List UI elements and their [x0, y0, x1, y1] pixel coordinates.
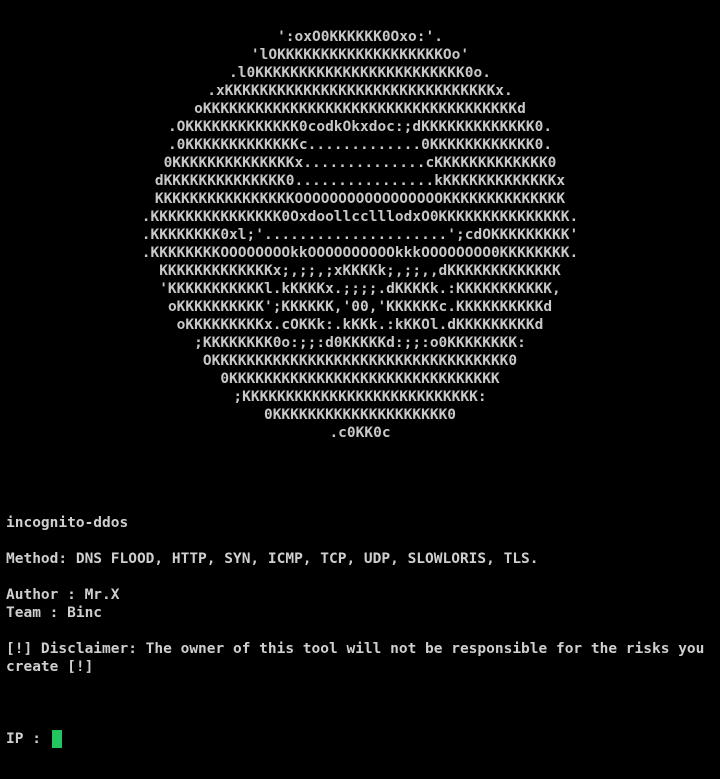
ascii-art-banner: ':oxO0KKKKKK0Oxo:'. 'lOKKKKKKKKKKKKKKKKK… — [0, 28, 720, 442]
banner-line: .0KKKKKKKKKKKKKc.............0KKKKKKKKKK… — [167, 137, 553, 153]
ip-prompt[interactable]: IP : — [6, 730, 62, 748]
banner-line: ':oxO0KKKKKK0Oxo:'. — [277, 29, 443, 45]
methods-line: Method: DNS FLOOD, HTTP, SYN, ICMP, TCP,… — [6, 551, 539, 567]
banner-line: .KKKKKKKK0xl;'.....................';cdO… — [141, 227, 579, 243]
team-line: Team : Binc — [6, 605, 103, 621]
text-cursor — [51, 730, 62, 748]
banner-line: KKKKKKKKKKKKKx;,;;,;xKKKKk;,;;,,dKKKKKKK… — [159, 263, 561, 279]
banner-line: oKKKKKKKKKx.cOKKk:.kKKk.:kKKOl.dKKKKKKKK… — [176, 317, 544, 333]
tool-name: incognito-ddos — [6, 515, 129, 531]
banner-line: OKKKKKKKKKKKKKKKKKKKKKKKKKKKKKKKKKK0 — [202, 353, 518, 369]
banner-line: 0KKKKKKKKKKKKKKKKKKKKKKKKKKKKKKK — [220, 371, 500, 387]
author-line: Author : Mr.X — [6, 587, 120, 603]
banner-line: .l0KKKKKKKKKKKKKKKKKKKKKKKK0o. — [229, 65, 491, 81]
banner-line: 0KKKKKKKKKKKKKKx..............cKKKKKKKKK… — [163, 155, 557, 171]
ip-prompt-label: IP : — [6, 731, 50, 747]
banner-line: KKKKKKKKKKKKKKKKOOOOOOOOOOOOOOOOOKKKKKKK… — [154, 191, 566, 207]
banner-line: .KKKKKKKKOOOOOOOOkkOOOOOOOOOOkkkOOOOOOOO… — [141, 245, 579, 261]
banner-line: .c0KK0c — [329, 425, 391, 441]
banner-line: dKKKKKKKKKKKKKK0................kKKKKKKK… — [154, 173, 566, 189]
banner-line: .KKKKKKKKKKKKKKK0OxdoollcclllodxO0KKKKKK… — [141, 209, 579, 225]
banner-line: 0KKKKKKKKKKKKKKKKKKKK0 — [263, 407, 457, 423]
disclaimer-text: [!] Disclaimer: The owner of this tool w… — [6, 641, 705, 675]
banner-line: .OKKKKKKKKKKKKK0codkOkxdoc:;dKKKKKKKKKKK… — [167, 119, 553, 135]
banner-line: ;KKKKKKKKKKKKKKKKKKKKKKKKKKK: — [233, 389, 487, 405]
banner-line: 'KKKKKKKKKKKl.kKKKKx.;;;;.dKKKKk.:KKKKKK… — [159, 281, 561, 297]
banner-line: ;KKKKKKKK0o:;;:d0KKKKKd:;;:o0KKKKKKKK: — [194, 335, 526, 351]
terminal-window[interactable]: ':oxO0KKKKKK0Oxo:'. 'lOKKKKKKKKKKKKKKKKK… — [0, 0, 720, 779]
banner-line: oKKKKKKKKKKKKKKKKKKKKKKKKKKKKKKKKKKKKd — [194, 101, 526, 117]
banner-line: .xKKKKKKKKKKKKKKKKKKKKKKKKKKKKKKKx. — [207, 83, 513, 99]
banner-line: oKKKKKKKKKK';KKKKKK,'00,'KKKKKKc.KKKKKKK… — [167, 299, 553, 315]
banner-line: 'lOKKKKKKKKKKKKKKKKKKKOo' — [250, 47, 470, 63]
